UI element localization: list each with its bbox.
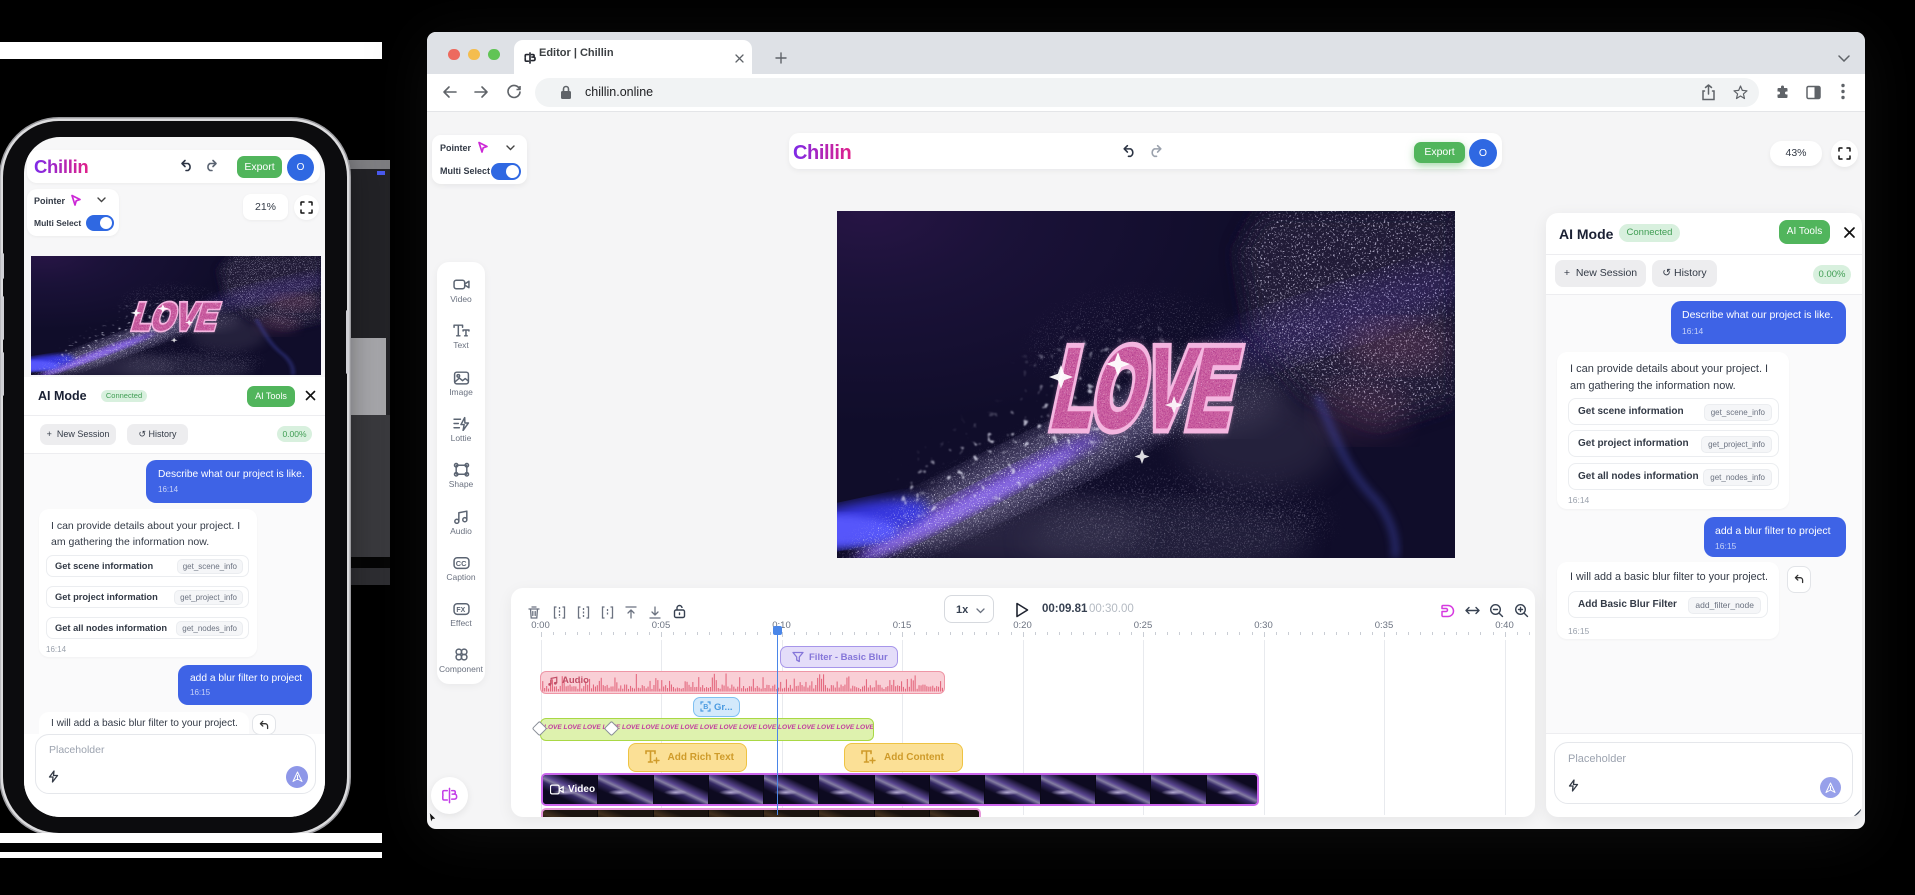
svg-text:LOVE: LOVE <box>1044 328 1250 450</box>
svg-text:LOVE: LOVE <box>128 296 225 338</box>
svg-text:FX: FX <box>456 607 465 614</box>
svg-text:CC: CC <box>456 559 467 568</box>
svg-text:B: B <box>703 704 708 711</box>
